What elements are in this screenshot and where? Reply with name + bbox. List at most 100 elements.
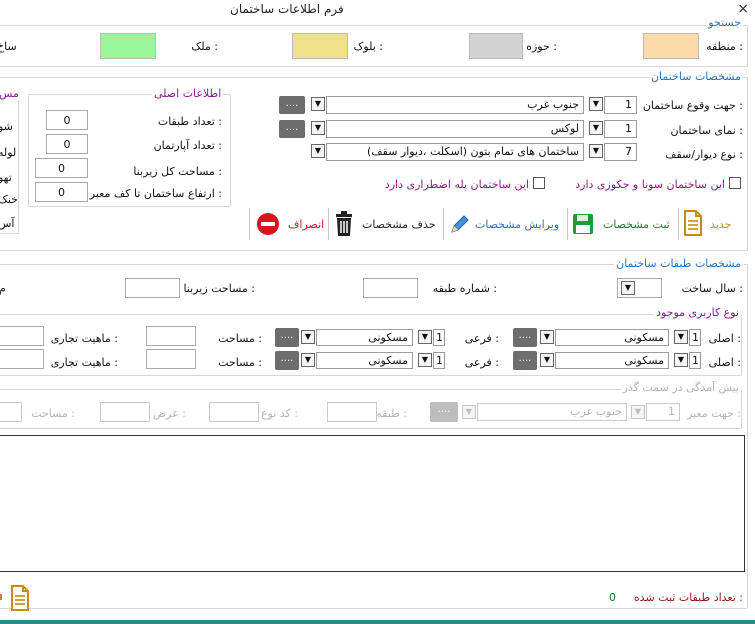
facade-value-field[interactable]: لوکس [326,120,584,138]
toolbar-divider [443,208,444,240]
delete-button[interactable]: حذف مشخصات [330,206,441,242]
usage-sub-value-field[interactable]: مسکونی [316,352,413,369]
toolbar-divider [678,208,679,240]
usage-sub-code-field[interactable]: 1 [433,352,445,369]
usage-trade-field[interactable] [0,349,44,369]
new-document-icon [684,210,702,236]
zone-label: منطقه : [706,40,743,53]
property-field[interactable] [100,33,156,59]
usage-sub-value-field[interactable]: مسکونی [316,329,413,346]
setback-code-field: 1 [646,403,680,421]
property-label: ملک : [191,40,218,53]
building-height-field[interactable]: 0 [35,182,88,202]
apartment-count-field[interactable]: 0 [46,134,88,154]
title-bar: فرم اطلاعات ساختمان × [0,0,755,20]
side-item-4: خنک [0,193,18,206]
usage-main-code-dropdown-icon[interactable]: ▼ [674,353,688,367]
usage-area-field[interactable] [146,349,196,369]
usage-main-browse-button[interactable]: .... [513,351,537,370]
setback-browse-button: .... [430,402,458,422]
search-group-title: جستجو [706,16,743,29]
usage-main-browse-button[interactable]: .... [513,328,537,347]
floor-number-field[interactable] [363,278,418,298]
wall-roof-value-dropdown-icon[interactable]: ▼ [311,144,325,158]
direction-browse-button[interactable]: .... [279,96,305,114]
usage-sub-code-field[interactable]: 1 [433,329,445,346]
facade-code-dropdown-icon[interactable]: ▼ [589,121,603,135]
district-field[interactable] [469,33,523,59]
usage-sub-code-dropdown-icon[interactable]: ▼ [418,330,432,344]
usage-sub-browse-button[interactable]: .... [275,328,299,347]
side-item-2: لوله [0,146,17,159]
usage-main-value-field[interactable]: مسکونی [555,352,669,369]
usage-main-value-dropdown-icon[interactable]: ▼ [540,330,554,344]
setback-value-dropdown-icon: ▼ [462,405,476,419]
facade-value-dropdown-icon[interactable]: ▼ [311,121,325,135]
side-info-title: مس [0,87,21,100]
cancel-button[interactable]: انصراف [252,206,326,242]
edit-button[interactable]: ویرایش مشخصات [445,206,565,242]
usage-main-code-field[interactable]: 1 [689,352,701,369]
usage-title: نوع کاربری موجود [654,306,741,319]
toolbar-divider [249,208,250,240]
floor-count-field[interactable]: 0 [46,110,88,130]
usage-area-field[interactable] [146,326,196,346]
setback-width-field [100,402,150,422]
usage-sub-label: فرعی : [464,332,499,345]
setback-area-field [0,402,22,422]
block-label: بلوک : [353,40,383,53]
floors-group-title: مشخصات طبقات ساختمان [614,257,743,270]
usage-trade-label: ماهیت تجاری : [50,332,118,345]
direction-value-field[interactable]: جنوب غرب [326,96,584,114]
block-field[interactable] [292,33,348,59]
usage-main-code-field[interactable]: 1 [689,329,701,346]
usage-sub-value-dropdown-icon[interactable]: ▼ [301,353,315,367]
usage-sub-value-dropdown-icon[interactable]: ▼ [301,330,315,344]
usage-main-label: اصلی : [708,332,741,345]
side-item-5: آس [0,217,15,230]
close-button[interactable]: × [737,1,749,17]
usage-main-code-dropdown-icon[interactable]: ▼ [674,330,688,344]
direction-code-field[interactable]: 1 [604,96,637,114]
total-area-field[interactable]: 0 [35,158,88,178]
wall-roof-value-field[interactable]: ساختمان های تمام بتون (اسکلت ،دیوار سقف) [326,143,584,161]
status-strip [0,620,755,624]
wall-roof-code-field[interactable]: 7 [604,143,637,161]
build-year-dropdown-icon[interactable]: ▼ [621,281,635,295]
main-info-title: اطلاعات اصلی [152,87,224,100]
window-title: فرم اطلاعات ساختمان [230,2,344,16]
usage-area-label: مساحت : [218,356,262,369]
report-button[interactable] [8,584,34,612]
emergency-stairs-checkbox[interactable] [533,177,545,189]
wall-roof-code-dropdown-icon[interactable]: ▼ [589,144,603,158]
floor-area-field[interactable] [125,278,180,298]
building-search-label: ساخ [0,40,17,53]
cancel-button-label: انصراف [288,218,325,231]
usage-sub-browse-button[interactable]: .... [275,351,299,370]
facade-browse-button[interactable]: .... [279,120,305,138]
floor-count-label: تعداد طبقات : [157,115,222,128]
usage-trade-field[interactable] [0,326,44,346]
setback-title: پیش آمدگی در سمت گذر [620,381,741,394]
floors-count-value: 0 [609,591,616,604]
sauna-label: این ساختمان سونا و جکوزی دارد [575,178,725,191]
usage-main-value-field[interactable]: مسکونی [555,329,669,346]
save-button[interactable]: ثبت مشخصات [569,206,676,242]
new-button[interactable]: جدید [680,206,742,242]
facade-code-field[interactable]: 1 [604,120,637,138]
usage-main-value-dropdown-icon[interactable]: ▼ [540,353,554,367]
registered-floors-list[interactable] [0,435,745,572]
direction-code-dropdown-icon[interactable]: ▼ [589,97,603,111]
save-button-label: ثبت مشخصات [603,218,670,231]
usage-sub-label: فرعی : [464,356,499,369]
direction-value-dropdown-icon[interactable]: ▼ [311,97,325,111]
total-area-label: مساحت کل زیربنا : [133,165,222,178]
setback-floor-label: طبقه : [376,407,407,420]
zone-field[interactable] [643,33,699,59]
usage-sub-code-dropdown-icon[interactable]: ▼ [418,353,432,367]
side-info-group [0,94,19,234]
report-document-icon [11,585,29,611]
sauna-checkbox[interactable] [729,177,741,189]
pencil-icon [451,215,469,233]
left-edge-icon-fragment [0,594,2,600]
